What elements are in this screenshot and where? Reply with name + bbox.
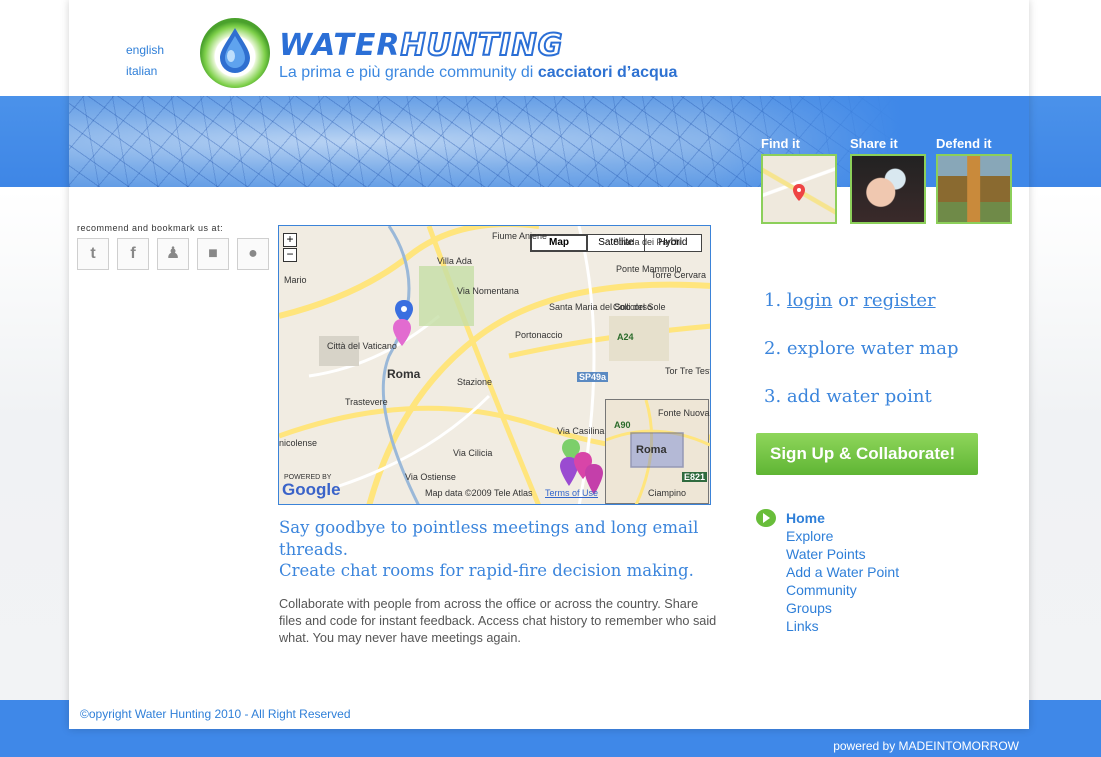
- zoom-out-button[interactable]: −: [283, 248, 297, 262]
- lang-italian-link[interactable]: italian: [126, 61, 164, 82]
- nav-item-groups[interactable]: Groups: [786, 599, 899, 617]
- play-arrow-icon: [756, 509, 776, 527]
- feature-find[interactable]: Find it: [761, 136, 839, 224]
- step-1-number: 1.: [764, 290, 782, 311]
- map-label: SP49a: [577, 372, 609, 382]
- map-attribution: Map data ©2009 Tele Atlas: [425, 488, 533, 498]
- nav-item-water-points[interactable]: Water Points: [786, 545, 899, 563]
- inset-label: A90: [614, 420, 631, 430]
- tagline-bold: cacciatori d’acqua: [537, 64, 678, 81]
- page-container: english italian WATERHUNTING La prima e …: [69, 0, 1029, 729]
- map-label: Strada dei Parchi: [613, 237, 683, 247]
- nav-item-home[interactable]: Home: [786, 509, 899, 527]
- inset-label: Roma: [636, 444, 667, 456]
- myspace-icon[interactable]: ♟: [157, 238, 189, 270]
- lang-english-link[interactable]: english: [126, 40, 164, 61]
- headline: Say goodbye to pointless meetings and lo…: [279, 517, 719, 582]
- powered-by-link[interactable]: powered by MADEINTOMORROW: [833, 739, 1019, 753]
- map-label: Tor Tre Teste: [665, 366, 710, 376]
- map-label: Via Cilicia: [453, 448, 493, 458]
- step-2[interactable]: 2. explore water map: [764, 338, 958, 386]
- inset-label: Ciampino: [648, 488, 687, 498]
- feature-find-label: Find it: [761, 136, 800, 151]
- body-text: Collaborate with people from across the …: [279, 597, 717, 645]
- headline-line-1: Say goodbye to pointless meetings and lo…: [279, 518, 699, 559]
- map-label: Stazione: [457, 377, 493, 387]
- map-label: Via Casilina: [557, 426, 605, 436]
- main-nav: Home Explore Water Points Add a Water Po…: [786, 509, 899, 635]
- brand-hunting: HUNTING: [399, 27, 564, 64]
- map-label: Mario: [284, 275, 307, 285]
- map-label: Roma: [387, 367, 421, 381]
- water-map[interactable]: + − Map Satellite Hybrid Villa Ada Fiume…: [278, 225, 711, 505]
- map-label: Città del Vaticano: [327, 341, 397, 351]
- map-label: Via Ostiense: [405, 472, 456, 482]
- inset-label: E821: [682, 472, 708, 482]
- feature-share-label: Share it: [850, 136, 898, 151]
- map-label: Torre Cervara: [651, 270, 707, 280]
- recommend-title: recommend and bookmark us at:: [77, 223, 224, 233]
- tagline: La prima e più grande community di cacci…: [279, 64, 677, 82]
- delicious-icon[interactable]: ■: [197, 238, 229, 270]
- facebook-icon[interactable]: f: [117, 238, 149, 270]
- tagline-text: La prima e più grande community di: [279, 64, 534, 81]
- map-label: Colli del Sole: [613, 302, 666, 312]
- map-thumbnail-icon[interactable]: [761, 154, 837, 224]
- feature-defend-label: Defend it: [936, 136, 992, 151]
- map-label: A24: [617, 332, 634, 342]
- feature-defend[interactable]: Defend it: [936, 136, 1014, 224]
- nav-item-links[interactable]: Links: [786, 617, 899, 635]
- zoom-in-button[interactable]: +: [283, 233, 297, 247]
- map-label: Portonaccio: [515, 330, 563, 340]
- register-link[interactable]: register: [863, 290, 935, 311]
- map-label: Fiume Aniene: [492, 231, 548, 241]
- copyright: ©opyright Water Hunting 2010 - All Right…: [80, 707, 351, 721]
- map-label: Trastevere: [345, 397, 388, 407]
- inset-label: Fonte Nuova: [658, 408, 710, 418]
- brand-water: WATER: [279, 28, 401, 63]
- nav-item-add-water-point[interactable]: Add a Water Point: [786, 563, 899, 581]
- steps-list: 1. login or register 2. explore water ma…: [764, 290, 958, 434]
- digg-icon[interactable]: ●: [237, 238, 269, 270]
- terms-of-use-link[interactable]: Terms of Use: [545, 488, 598, 498]
- login-link[interactable]: login: [787, 290, 832, 311]
- headline-line-2: Create chat rooms for rapid-fire decisio…: [279, 561, 694, 580]
- google-logo: Google: [282, 480, 341, 499]
- step-1-or: or: [838, 290, 858, 311]
- map-label: nicolense: [279, 438, 318, 448]
- nav-item-explore[interactable]: Explore: [786, 527, 899, 545]
- step-3[interactable]: 3. add water point: [764, 386, 958, 434]
- signup-button[interactable]: Sign Up & Collaborate!: [756, 433, 978, 475]
- pipe-water-thumbnail-icon[interactable]: [936, 154, 1012, 224]
- map-overview-inset[interactable]: Fonte Nuova Roma Ciampino A90 E821: [605, 399, 710, 504]
- logo-globe-icon[interactable]: [200, 18, 270, 88]
- map-label: Via Nomentana: [457, 286, 519, 296]
- hands-water-thumbnail-icon[interactable]: [850, 154, 926, 224]
- map-zoom: + −: [283, 233, 297, 263]
- brand-name: WATERHUNTING: [279, 27, 564, 64]
- feature-share[interactable]: Share it: [850, 136, 928, 224]
- nav-item-community[interactable]: Community: [786, 581, 899, 599]
- map-label: Villa Ada: [437, 256, 472, 266]
- twitter-icon[interactable]: t: [77, 238, 109, 270]
- step-1: 1. login or register: [764, 290, 958, 338]
- language-switcher: english italian: [126, 40, 164, 82]
